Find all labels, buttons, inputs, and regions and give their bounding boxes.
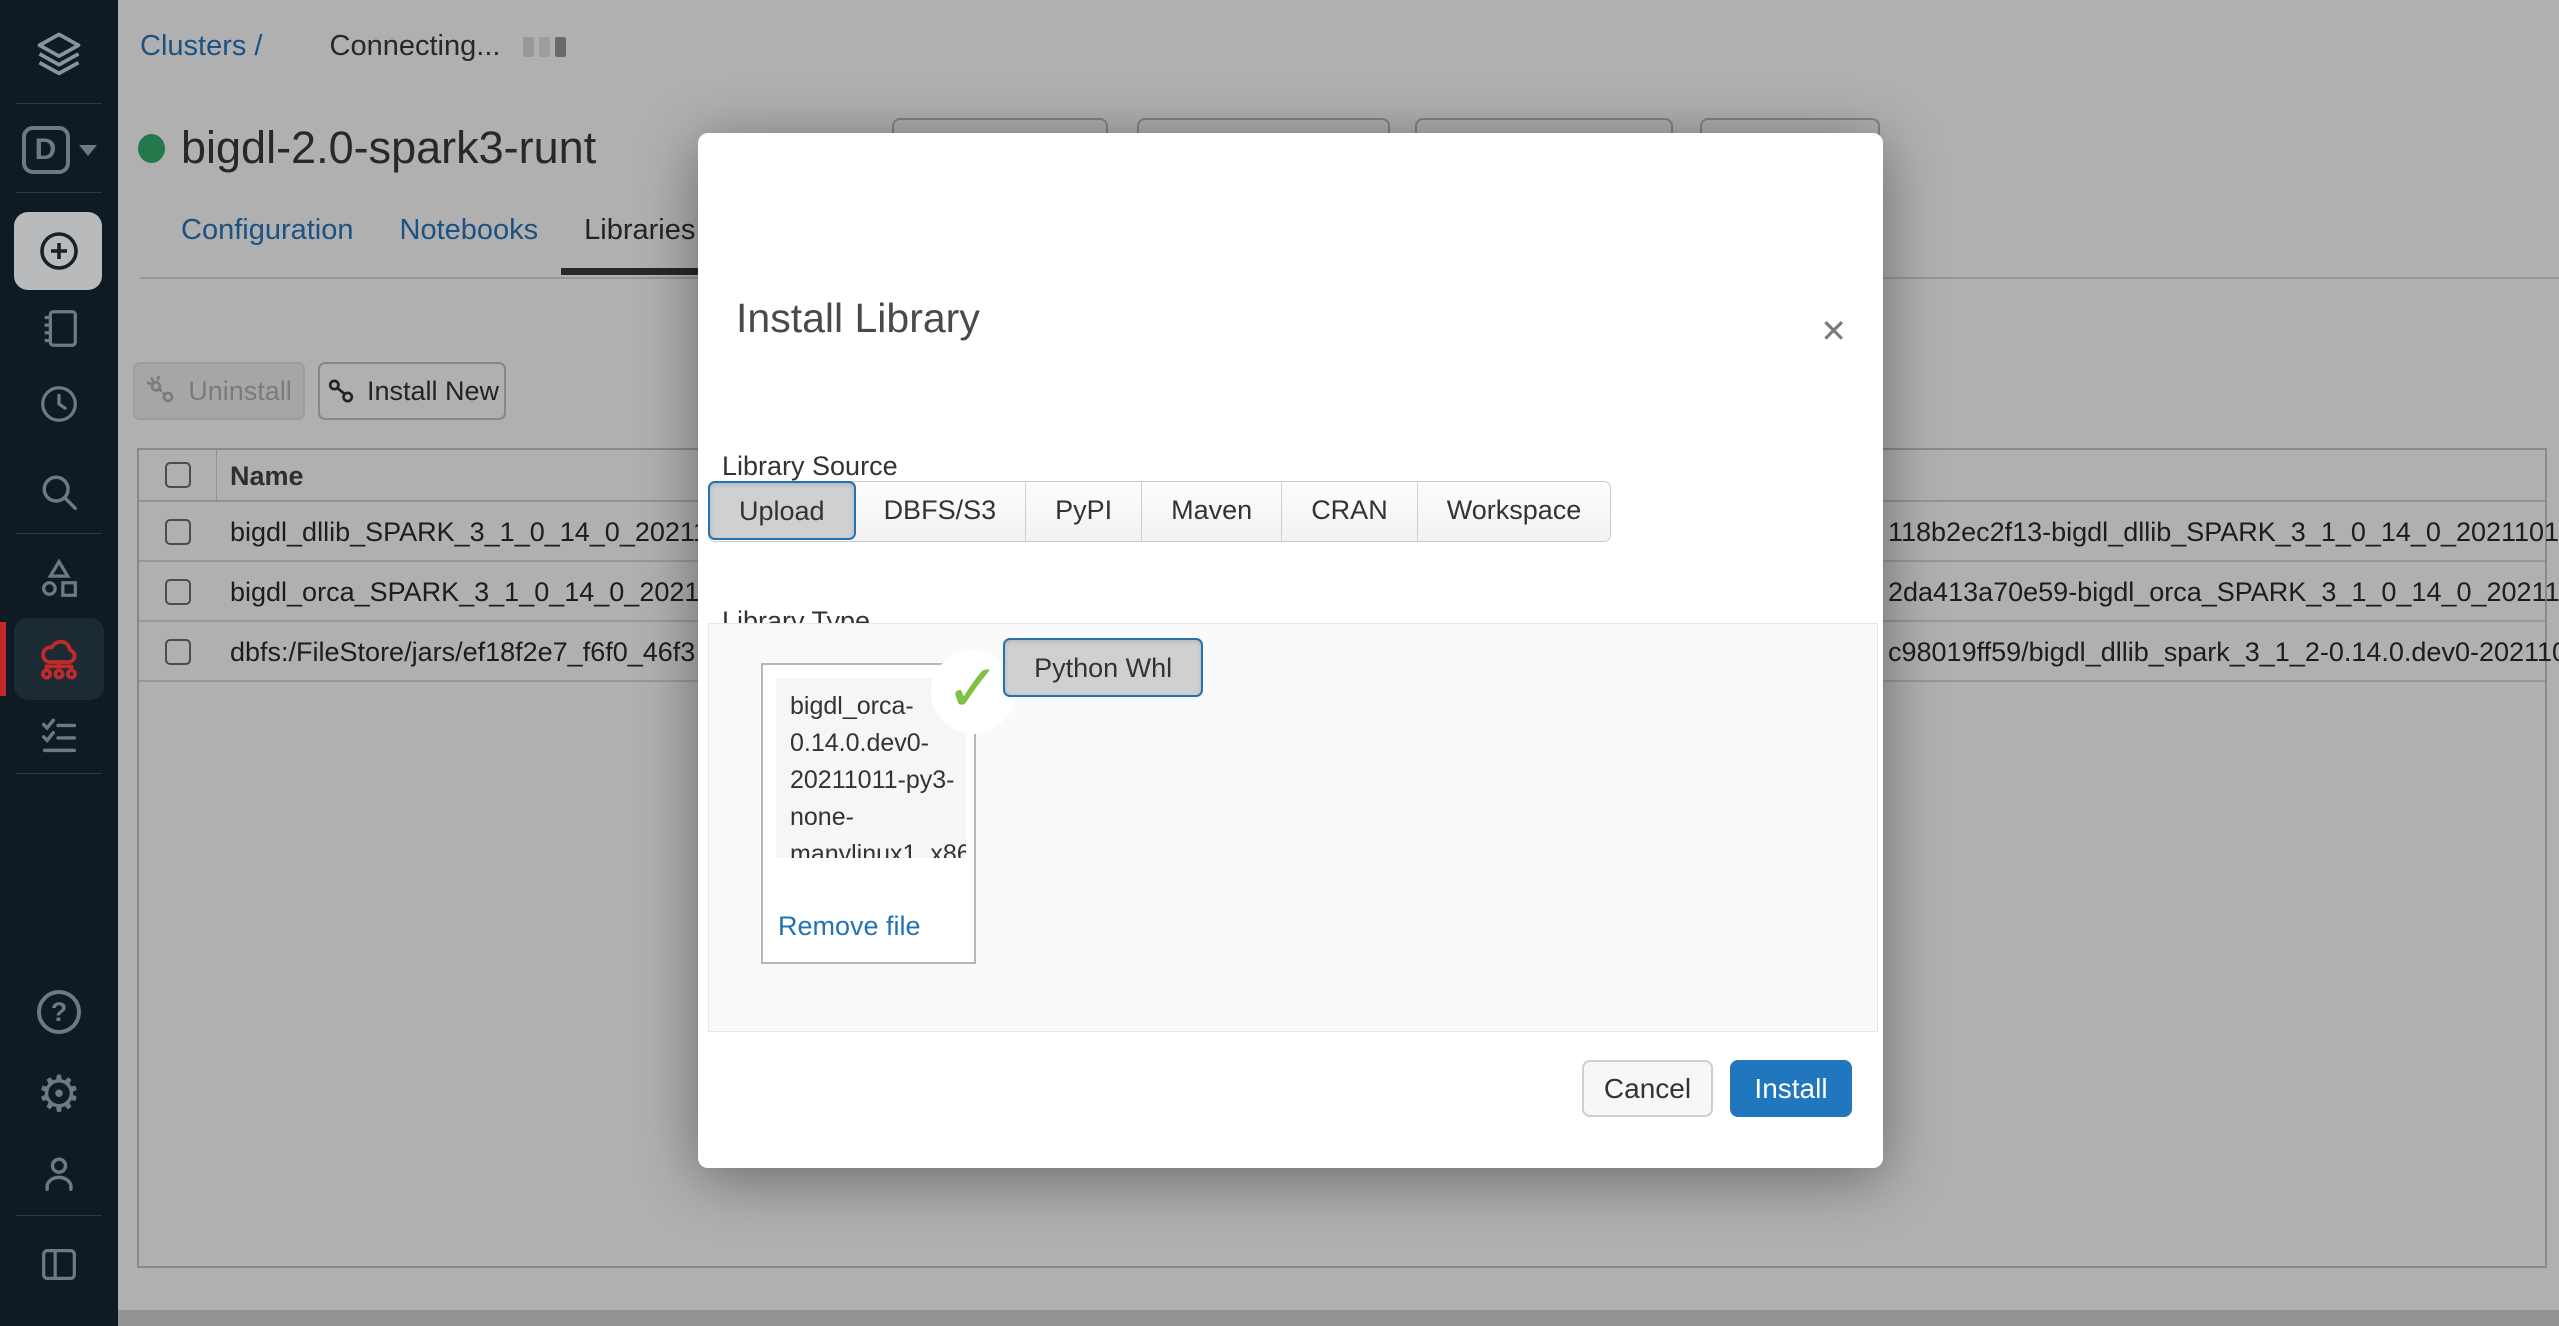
sidebar-item-workspace[interactable] (0, 304, 118, 352)
checklist-icon (36, 713, 82, 759)
gear-icon: ⚙ (37, 1069, 82, 1119)
file-drop-zone[interactable]: bigdl_orca-0.14.0.dev0-20211011-py3-none… (708, 623, 1878, 1032)
source-option-maven[interactable]: Maven (1142, 482, 1282, 541)
source-option-pypi[interactable]: PyPI (1026, 482, 1142, 541)
databricks-clusters-screen: Clusters / Connecting... bigdl-2.0-spark… (0, 0, 2559, 1326)
source-option-workspace[interactable]: Workspace (1418, 482, 1611, 541)
sidebar-collapse-toggle[interactable] (0, 1240, 118, 1288)
clusters-cloud-icon (35, 635, 83, 683)
sidebar-item-account[interactable] (0, 1148, 118, 1198)
source-option-upload[interactable]: Upload (708, 481, 856, 540)
clock-icon (36, 381, 82, 427)
library-source-group: Upload DBFS/S3 PyPI Maven CRAN Workspace (708, 481, 1611, 542)
sidebar: D (0, 0, 118, 1326)
sidebar-divider (16, 192, 102, 193)
library-source-label: Library Source (722, 451, 898, 482)
cancel-button[interactable]: Cancel (1582, 1060, 1713, 1117)
sidebar-item-data[interactable] (0, 554, 118, 602)
sidebar-item-help[interactable]: ? (0, 988, 118, 1036)
modal-title: Install Library (736, 295, 980, 342)
chevron-down-icon (79, 145, 97, 156)
plus-circle-icon (35, 227, 83, 275)
sidebar-item-clusters[interactable] (0, 626, 118, 692)
sidebar-divider (16, 1215, 102, 1216)
sidebar-item-settings[interactable]: ⚙ (0, 1068, 118, 1120)
databricks-logo-icon (0, 26, 118, 84)
sidebar-item-recents[interactable] (0, 380, 118, 428)
install-library-modal: Install Library ✕ Library Source Upload … (698, 133, 1883, 1168)
sidebar-divider (16, 773, 102, 774)
d-logo-icon: D (22, 126, 70, 174)
uploaded-file-card: bigdl_orca-0.14.0.dev0-20211011-py3-none… (761, 663, 976, 964)
source-option-cran[interactable]: CRAN (1282, 482, 1418, 541)
source-option-dbfs-s3[interactable]: DBFS/S3 (855, 482, 1027, 541)
user-icon (36, 1150, 82, 1196)
sidebar-item-search[interactable] (0, 468, 118, 516)
sidebar-item-jobs[interactable] (0, 712, 118, 760)
notebook-icon (36, 305, 82, 351)
remove-file-link[interactable]: Remove file (778, 911, 921, 942)
help-icon: ? (37, 990, 81, 1034)
close-icon[interactable]: ✕ (1820, 315, 1847, 347)
check-icon: ✓ (945, 650, 1000, 727)
sidebar-divider (16, 533, 102, 534)
install-button[interactable]: Install (1730, 1060, 1852, 1117)
data-shapes-icon (36, 555, 82, 601)
sidebar-item-workspace-switcher[interactable]: D (0, 124, 118, 176)
sidebar-item-create[interactable] (0, 218, 118, 284)
search-icon (36, 469, 82, 515)
type-option-python-whl[interactable]: Python Whl (1003, 638, 1203, 697)
panel-icon (36, 1241, 82, 1287)
sidebar-divider (16, 103, 102, 104)
